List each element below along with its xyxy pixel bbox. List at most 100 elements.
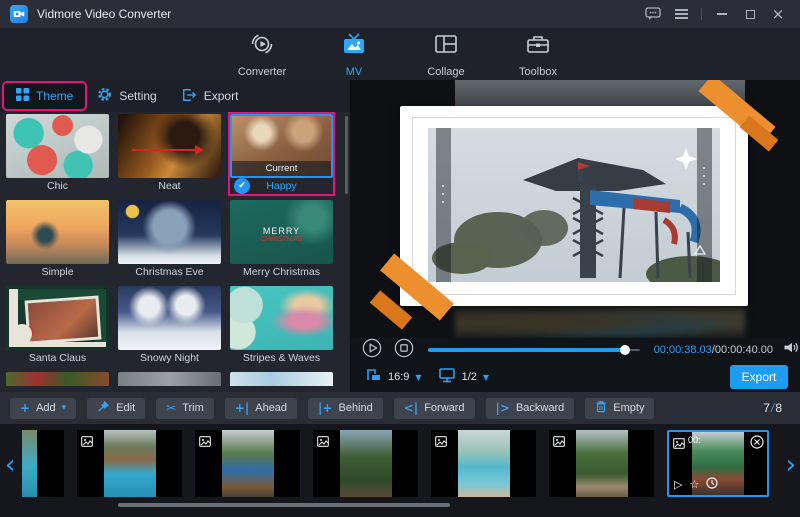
time-display: 00:00:38.03/00:00:40.00 bbox=[654, 344, 773, 356]
preview-backdrop-strip bbox=[455, 306, 745, 338]
tab-toolbox[interactable]: Toolbox bbox=[505, 31, 571, 78]
display-page-dropdown[interactable]: 1/2 ▼ bbox=[438, 367, 489, 388]
ahead-button[interactable]: +| Ahead bbox=[225, 398, 297, 419]
chevron-down-icon: ▼ bbox=[483, 373, 489, 382]
feedback-icon[interactable] bbox=[641, 3, 665, 25]
tab-theme[interactable]: Theme bbox=[4, 83, 85, 109]
theme-item-neat[interactable]: Neat bbox=[118, 114, 221, 194]
theme-item-chic[interactable]: Chic bbox=[6, 114, 109, 194]
timeline-scroll-left[interactable]: ‹ bbox=[5, 452, 15, 478]
close-button[interactable]: × bbox=[766, 3, 790, 25]
theme-item-christmas-eve[interactable]: Christmas Eve bbox=[118, 200, 221, 280]
forward-icon: <| bbox=[404, 402, 418, 414]
aspect-ratio-value: 16:9 bbox=[388, 371, 409, 383]
timeline-clip[interactable] bbox=[313, 430, 418, 497]
theme-thumbnail: MERRY CHRISTMAS bbox=[230, 200, 333, 264]
trash-icon bbox=[595, 400, 607, 416]
toolbox-icon bbox=[525, 31, 551, 62]
slider-handle[interactable] bbox=[620, 345, 630, 355]
aspect-ratio-dropdown[interactable]: 16:9 ▼ bbox=[366, 367, 422, 388]
tab-setting[interactable]: Setting bbox=[85, 83, 168, 109]
plus-icon: + bbox=[20, 402, 30, 414]
annotation-arrow bbox=[132, 149, 196, 151]
clip-thumbnail bbox=[222, 430, 274, 497]
behind-button[interactable]: |+ Behind bbox=[308, 398, 383, 419]
add-button[interactable]: + Add ▾ bbox=[10, 398, 76, 419]
theme-item-snowy-night[interactable]: Snowy Night bbox=[118, 286, 221, 366]
theme-thumbnail-partial[interactable] bbox=[230, 372, 333, 386]
playback-bar: 00:00:38.03/00:00:40.00 bbox=[350, 338, 800, 362]
pin-icon bbox=[97, 400, 110, 416]
panel-tabs: Theme Setting Export bbox=[0, 80, 350, 112]
options-bar: 16:9 ▼ 1/2 ▼ Export bbox=[350, 362, 800, 392]
theme-item-merry-christmas[interactable]: MERRY CHRISTMAS Merry Christmas bbox=[230, 200, 333, 280]
edit-button[interactable]: Edit bbox=[87, 398, 145, 419]
clip-play-icon[interactable]: ▷ bbox=[674, 478, 682, 491]
theme-thumbnail: Current bbox=[230, 114, 333, 178]
nav-tab-label: MV bbox=[346, 66, 363, 78]
theme-grid-icon bbox=[16, 88, 29, 104]
timeline-clip[interactable] bbox=[77, 430, 182, 497]
theme-label: Santa Claus bbox=[6, 350, 109, 366]
maximize-button[interactable] bbox=[738, 3, 762, 25]
main-nav: Converter MV Collage Toolbox bbox=[0, 28, 800, 80]
theme-scrollbar[interactable] bbox=[345, 116, 348, 194]
remove-clip-icon[interactable] bbox=[750, 435, 764, 454]
timeline-scrollbar[interactable] bbox=[118, 503, 450, 507]
theme-thumbnail bbox=[118, 200, 221, 264]
forward-button[interactable]: <| Forward bbox=[394, 398, 475, 419]
play-button[interactable] bbox=[362, 338, 382, 363]
timeline-clip[interactable] bbox=[22, 430, 64, 497]
theme-thumbnail-partial[interactable] bbox=[118, 372, 221, 386]
ahead-icon: +| bbox=[235, 402, 249, 414]
volume-icon[interactable] bbox=[783, 340, 800, 360]
theme-item-simple[interactable]: Simple bbox=[6, 200, 109, 280]
close-icon: × bbox=[772, 7, 785, 22]
timeline-clip[interactable] bbox=[195, 430, 300, 497]
image-badge-icon bbox=[553, 434, 565, 452]
timeline-clip-selected[interactable]: 00: ▷ ☆ bbox=[667, 430, 769, 497]
clip-thumbnail bbox=[340, 430, 392, 497]
stop-button[interactable] bbox=[394, 338, 414, 363]
behind-icon: |+ bbox=[318, 402, 332, 414]
theme-thumbnail bbox=[230, 286, 333, 350]
clip-thumbnail bbox=[576, 430, 628, 497]
backward-button[interactable]: |> Backward bbox=[486, 398, 575, 419]
theme-item-santa-claus[interactable]: Santa Claus bbox=[6, 286, 109, 366]
clip-star-icon[interactable]: ☆ bbox=[689, 478, 699, 491]
timeline-scroll-right[interactable]: › bbox=[786, 452, 796, 478]
clip-clock-icon[interactable] bbox=[706, 477, 718, 492]
tab-converter[interactable]: Converter bbox=[229, 31, 295, 78]
preview-frame bbox=[400, 106, 748, 306]
display-page-value: 1/2 bbox=[462, 371, 477, 383]
theme-item-happy[interactable]: Current Happy ✔ bbox=[230, 114, 333, 194]
selected-check-icon: ✔ bbox=[234, 178, 250, 194]
slider-fill bbox=[428, 348, 625, 352]
theme-label: Neat bbox=[118, 178, 221, 194]
theme-thumbnail bbox=[6, 200, 109, 264]
theme-card-text: MERRY CHRISTMAS bbox=[230, 226, 333, 243]
empty-button[interactable]: Empty bbox=[585, 398, 654, 419]
export-button[interactable]: Export bbox=[730, 365, 788, 389]
menu-icon[interactable] bbox=[669, 3, 693, 25]
monitor-icon bbox=[438, 367, 456, 388]
theme-thumbnail bbox=[118, 114, 221, 178]
nav-tab-label: Converter bbox=[238, 66, 286, 78]
nav-tab-label: Collage bbox=[427, 66, 464, 78]
trim-button[interactable]: ✂ Trim bbox=[156, 398, 214, 419]
minimize-button[interactable] bbox=[710, 3, 734, 25]
theme-thumbnail-partial[interactable] bbox=[6, 372, 109, 386]
timeline-clip[interactable] bbox=[549, 430, 654, 497]
theme-label: Snowy Night bbox=[118, 350, 221, 366]
preview-panel: 00:00:38.03/00:00:40.00 16:9 ▼ 1/2 ▼ Exp… bbox=[350, 80, 800, 392]
tab-collage[interactable]: Collage bbox=[413, 31, 479, 78]
tab-mv[interactable]: MV bbox=[321, 31, 387, 78]
clip-thumbnail bbox=[104, 430, 156, 497]
timeline: ‹ bbox=[0, 424, 800, 517]
theme-label: Stripes & Waves bbox=[230, 350, 333, 366]
progress-slider[interactable] bbox=[428, 344, 640, 356]
converter-icon bbox=[249, 31, 275, 62]
theme-item-stripes-waves[interactable]: Stripes & Waves bbox=[230, 286, 333, 366]
timeline-clip[interactable] bbox=[431, 430, 536, 497]
tab-export[interactable]: Export bbox=[169, 83, 251, 109]
